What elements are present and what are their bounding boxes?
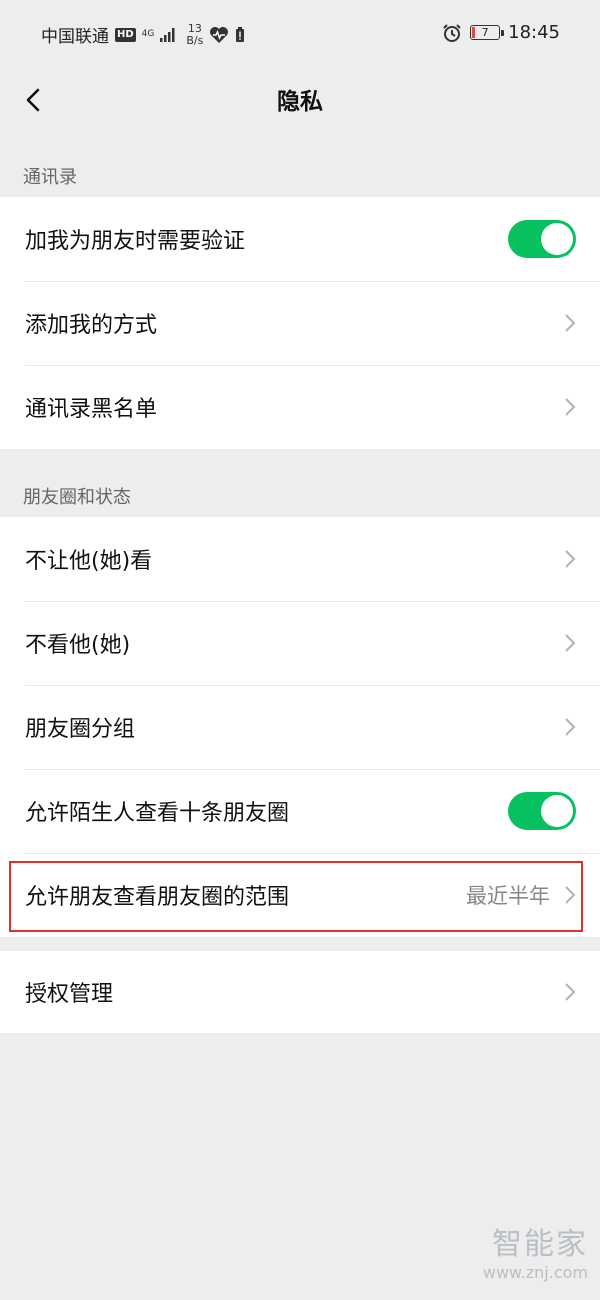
toggle-knob <box>541 223 573 255</box>
visible-range-value: 最近半年 <box>466 884 550 908</box>
speed-unit: B/s <box>186 33 204 47</box>
row-blacklist[interactable]: 通讯录黑名单 <box>0 365 600 449</box>
auth-group: 授权管理 <box>0 951 600 1033</box>
strangers-view-toggle[interactable] <box>508 792 576 830</box>
verify-friends-label: 加我为朋友时需要验证 <box>25 229 246 254</box>
toggle-knob <box>541 795 573 827</box>
moments-groups-label: 朋友圈分组 <box>25 717 136 742</box>
alarm-icon <box>443 23 461 42</box>
alert-icon <box>236 26 245 42</box>
visible-range-label: 允许朋友查看朋友圈的范围 <box>25 885 290 910</box>
hd-badge: HD <box>115 27 136 42</box>
chevron-right-icon <box>565 398 576 416</box>
chevron-right-icon <box>565 886 576 904</box>
row-moments-groups[interactable]: 朋友圈分组 <box>0 685 600 769</box>
row-verify-friends: 加我为朋友时需要验证 <box>0 197 600 281</box>
battery-icon: 7 <box>470 25 505 40</box>
chevron-right-icon <box>565 634 576 652</box>
row-auth-management[interactable]: 授权管理 <box>0 951 600 1033</box>
row-add-methods[interactable]: 添加我的方式 <box>0 281 600 365</box>
chevron-right-icon <box>565 314 576 332</box>
status-bar-right: 7 18:45 <box>442 22 560 43</box>
battery-level: 7 <box>481 26 489 39</box>
signal-icon <box>160 27 175 42</box>
network-speed: 13 B/s <box>186 21 204 47</box>
status-bar: 中国联通 HD 4G 13 B/s 7 18:45 <box>0 0 600 68</box>
chevron-right-icon <box>565 550 576 568</box>
network-type: 4G <box>141 29 155 39</box>
speed-value: 13 <box>187 21 202 35</box>
carrier-name: 中国联通 <box>41 27 109 47</box>
watermark: 智能家 www.znj.com <box>483 1219 588 1282</box>
health-icon <box>210 26 229 43</box>
watermark-url: www.znj.com <box>482 1263 588 1282</box>
battery-fill <box>472 27 476 38</box>
row-strangers-view: 允许陌生人查看十条朋友圈 <box>0 769 600 853</box>
add-methods-label: 添加我的方式 <box>25 313 158 338</box>
clock: 18:45 <box>508 22 560 43</box>
watermark-title: 智能家 <box>492 1227 588 1262</box>
page-title: 隐私 <box>277 89 323 115</box>
row-dont-see[interactable]: 不看他(她) <box>0 601 600 685</box>
status-bar-left: 中国联通 HD 4G 13 B/s <box>41 22 245 47</box>
dont-see-label: 不看他(她) <box>25 633 131 658</box>
auth-management-label: 授权管理 <box>25 982 114 1007</box>
row-dont-let-see[interactable]: 不让他(她)看 <box>0 517 600 601</box>
row-visible-range[interactable]: 允许朋友查看朋友圈的范围 最近半年 <box>0 853 600 937</box>
strangers-view-label: 允许陌生人查看十条朋友圈 <box>25 801 290 826</box>
chevron-right-icon <box>565 718 576 736</box>
nav-bar: 隐私 <box>0 68 600 132</box>
contacts-group: 加我为朋友时需要验证 添加我的方式 通讯录黑名单 <box>0 197 600 449</box>
chevron-right-icon <box>565 983 576 1001</box>
dont-let-see-label: 不让他(她)看 <box>25 549 153 574</box>
blacklist-label: 通讯录黑名单 <box>25 397 158 422</box>
section-label-contacts: 通讯录 <box>23 167 77 188</box>
section-label-moments: 朋友圈和状态 <box>23 487 131 508</box>
moments-group: 不让他(她)看 不看他(她) 朋友圈分组 允许陌生人查看十条朋友圈 允许朋友查看… <box>0 517 600 937</box>
verify-friends-toggle[interactable] <box>508 220 576 258</box>
